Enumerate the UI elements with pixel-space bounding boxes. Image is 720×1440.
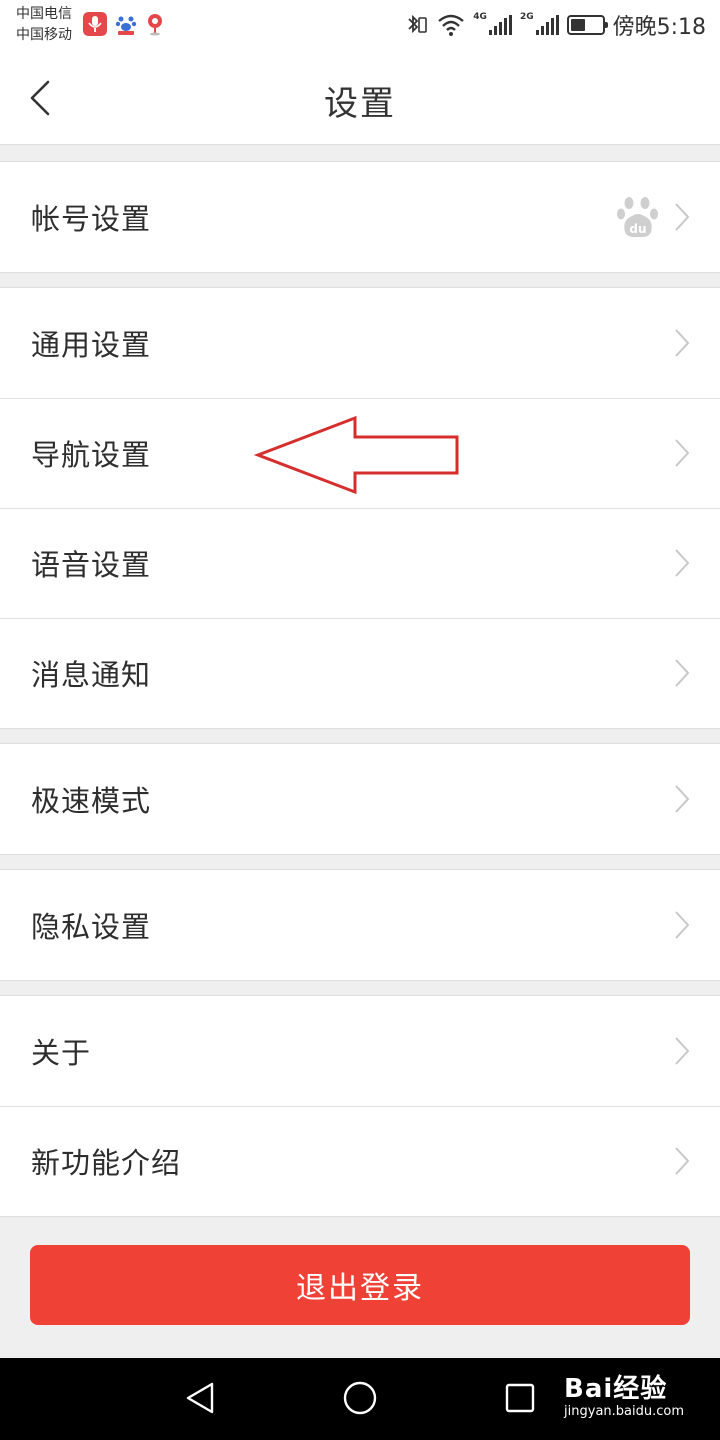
baidu-app-icon [114, 12, 138, 36]
status-bar: 中国电信 中国移动 4G 2G 傍晚5:18 [0, 0, 720, 50]
voice-app-icon [83, 12, 107, 36]
page-title: 设置 [324, 84, 396, 124]
carrier-2: 中国移动 [16, 27, 72, 43]
row-label: 帐号设置 [31, 202, 152, 236]
home-circle-icon[interactable] [340, 1378, 380, 1418]
carrier-1: 中国电信 [16, 6, 72, 22]
chevron-right-icon [675, 659, 690, 687]
row-new-features[interactable]: 新功能介绍 [0, 1106, 720, 1216]
group-account: 帐号设置 du [0, 161, 720, 273]
row-privacy-settings[interactable]: 隐私设置 [0, 870, 720, 980]
row-label: 关于 [31, 1036, 92, 1070]
chevron-right-icon [675, 439, 690, 467]
group-about: 关于 新功能介绍 [0, 995, 720, 1217]
row-label: 极速模式 [31, 784, 152, 818]
row-label: 通用设置 [31, 328, 152, 362]
header: 设置 [0, 50, 720, 145]
carrier-info: 中国电信 中国移动 [16, 4, 72, 46]
row-label: 消息通知 [31, 658, 152, 692]
row-label: 隐私设置 [31, 910, 152, 944]
network-type-2: 2G [519, 12, 534, 22]
row-voice-settings[interactable]: 语音设置 [0, 508, 720, 618]
watermark-main: Bai经验 [564, 1374, 668, 1404]
map-pin-app-icon [148, 14, 162, 36]
group-privacy: 隐私设置 [0, 869, 720, 981]
back-triangle-icon[interactable] [180, 1378, 220, 1418]
battery-icon [566, 15, 608, 35]
signal-2-icon [535, 15, 559, 35]
baidu-jingyan-watermark: Bai经验 jingyan.baidu.com [564, 1374, 684, 1420]
chevron-right-icon [675, 549, 690, 577]
chevron-right-icon [675, 911, 690, 939]
row-account-settings[interactable]: 帐号设置 du [0, 162, 720, 272]
row-label: 语音设置 [31, 548, 152, 582]
group-speed: 极速模式 [0, 743, 720, 855]
row-about[interactable]: 关于 [0, 996, 720, 1106]
row-label: 导航设置 [31, 438, 152, 472]
recents-square-icon[interactable] [500, 1378, 540, 1418]
bluetooth-vibrate-icon [408, 14, 428, 34]
row-navigation-settings[interactable]: 导航设置 [0, 398, 720, 508]
network-type-1: 4G [473, 12, 487, 22]
row-speed-mode[interactable]: 极速模式 [0, 744, 720, 854]
wifi-icon [438, 14, 465, 36]
watermark-url: jingyan.baidu.com [564, 1404, 684, 1419]
status-icons: 4G 2G 傍晚5:18 [403, 8, 706, 42]
chevron-right-icon [675, 203, 690, 231]
logout-button[interactable]: 退出登录 [30, 1245, 690, 1325]
row-general-settings[interactable]: 通用设置 [0, 288, 720, 398]
chevron-right-icon [675, 329, 690, 357]
row-message-notifications[interactable]: 消息通知 [0, 618, 720, 728]
signal-1-icon [488, 15, 512, 35]
svg-text:du: du [629, 222, 646, 236]
row-label: 新功能介绍 [31, 1146, 182, 1180]
group-general: 通用设置 导航设置 语音设置 消息通知 [0, 287, 720, 729]
chevron-right-icon [675, 1147, 690, 1175]
chevron-right-icon [675, 785, 690, 813]
clock: 傍晚5:18 [612, 15, 706, 40]
chevron-right-icon [675, 1037, 690, 1065]
baidu-paw-icon: du [617, 197, 658, 238]
